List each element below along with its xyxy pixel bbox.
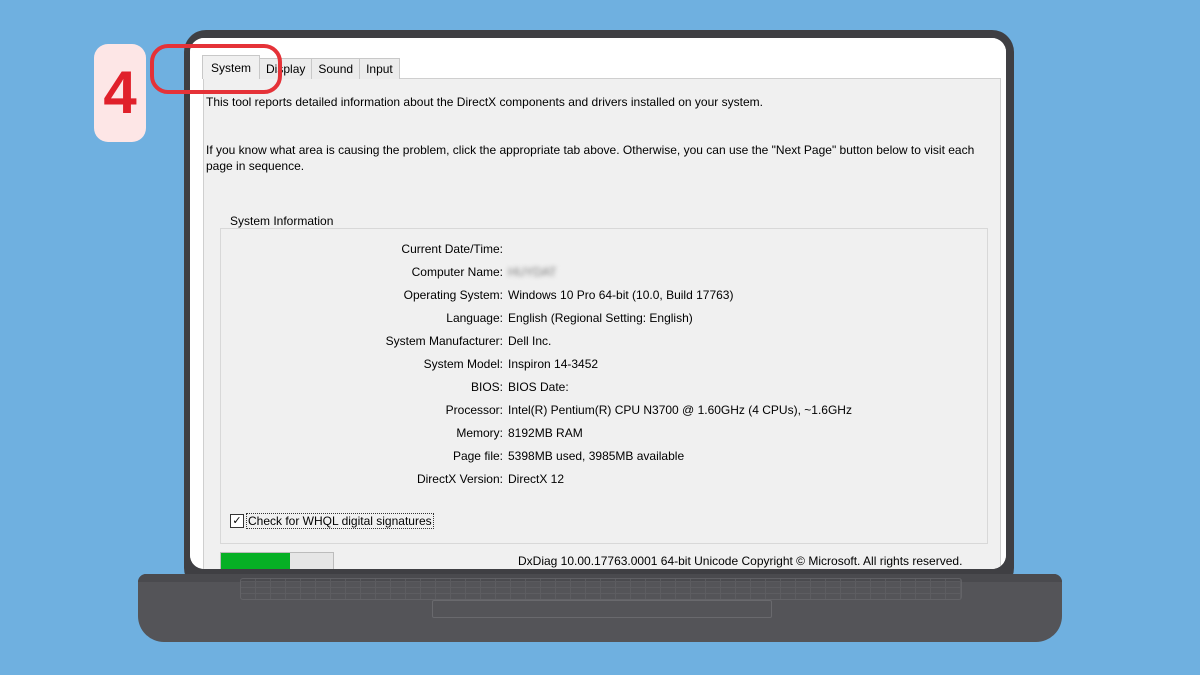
- info-row-bios: BIOS: BIOS Date:: [220, 380, 569, 400]
- info-value: Dell Inc.: [508, 334, 552, 348]
- whql-checkbox-row[interactable]: ✓ Check for WHQL digital signatures: [230, 513, 434, 529]
- info-value: English (Regional Setting: English): [508, 311, 693, 325]
- tab-sound[interactable]: Sound: [311, 58, 361, 79]
- info-label: System Model:: [423, 357, 503, 371]
- tab-input[interactable]: Input: [359, 58, 400, 79]
- tab-strip: System Display Sound Input: [202, 55, 400, 79]
- progress-fill: [221, 553, 291, 569]
- intro-instructions: If you know what area is causing the pro…: [206, 143, 975, 173]
- step-number: 4: [103, 59, 137, 126]
- info-label: Processor:: [445, 403, 503, 417]
- info-value: 8192MB RAM: [508, 426, 583, 440]
- info-value: Inspiron 14-3452: [508, 357, 599, 371]
- dxdiag-dialog: System Display Sound Input This tool rep…: [190, 38, 1006, 569]
- info-row-manufacturer: System Manufacturer: Dell Inc.: [220, 334, 552, 354]
- info-row-os: Operating System: Windows 10 Pro 64-bit …: [220, 288, 734, 308]
- info-value: BIOS Date:: [508, 380, 569, 394]
- info-label: DirectX Version:: [416, 472, 503, 486]
- system-info-title: System Information: [228, 214, 336, 228]
- info-label: Operating System:: [403, 288, 503, 302]
- info-label: Computer Name:: [411, 265, 503, 279]
- info-label: System Manufacturer:: [385, 334, 503, 348]
- copyright-text: DxDiag 10.00.17763.0001 64-bit Unicode C…: [518, 554, 963, 568]
- info-label: Memory:: [456, 426, 503, 440]
- info-row-directx: DirectX Version: DirectX 12: [220, 472, 564, 492]
- info-value: Intel(R) Pentium(R) CPU N3700 @ 1.60GHz …: [508, 403, 852, 417]
- info-label: Language:: [446, 311, 503, 325]
- info-label: Current Date/Time:: [401, 242, 503, 256]
- info-value: Windows 10 Pro 64-bit (10.0, Build 17763…: [508, 288, 734, 302]
- info-row-memory: Memory: 8192MB RAM: [220, 426, 583, 446]
- info-row-language: Language: English (Regional Setting: Eng…: [220, 311, 693, 331]
- info-row-date: Current Date/Time:: [220, 242, 508, 262]
- whql-checkbox-label[interactable]: Check for WHQL digital signatures: [246, 513, 434, 529]
- intro-text: This tool reports detailed information a…: [206, 95, 763, 109]
- laptop-keyboard: [240, 578, 962, 600]
- info-row-page-file: Page file: 5398MB used, 3985MB available: [220, 449, 684, 469]
- info-value: 5398MB used, 3985MB available: [508, 449, 685, 463]
- info-row-computer-name: Computer Name: HUYDAT: [220, 265, 557, 285]
- laptop-trackpad: [432, 600, 772, 618]
- info-row-model: System Model: Inspiron 14-3452: [220, 357, 598, 377]
- laptop-screen: System Display Sound Input This tool rep…: [190, 38, 1006, 569]
- tab-system[interactable]: System: [202, 55, 261, 79]
- info-value: HUYDAT: [508, 265, 557, 279]
- info-value: DirectX 12: [508, 472, 565, 486]
- info-row-processor: Processor: Intel(R) Pentium(R) CPU N3700…: [220, 403, 852, 423]
- step-badge: 4: [94, 44, 146, 142]
- info-label: Page file:: [452, 449, 503, 463]
- whql-checkbox[interactable]: ✓: [230, 514, 244, 528]
- progress-bar: [220, 552, 334, 569]
- info-label: BIOS:: [470, 380, 503, 394]
